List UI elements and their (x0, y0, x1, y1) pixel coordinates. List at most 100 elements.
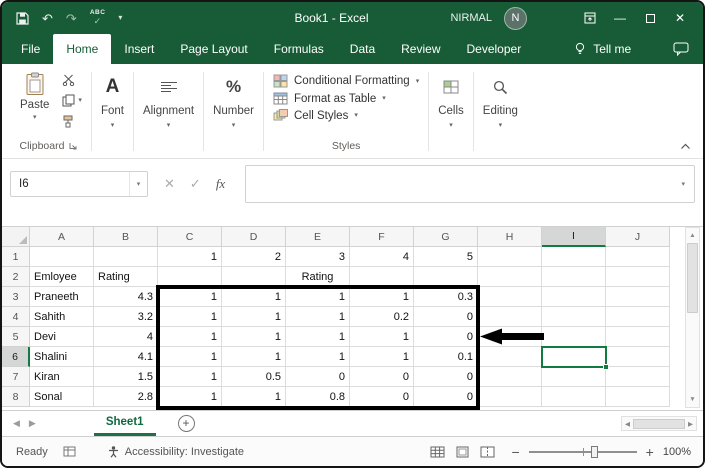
normal-view-icon[interactable] (430, 446, 445, 458)
cell-D8[interactable]: 1 (222, 387, 286, 407)
cell-J3[interactable] (606, 287, 670, 307)
cell-C8[interactable]: 1 (158, 387, 222, 407)
cell-C3[interactable]: 1 (158, 287, 222, 307)
column-header-D[interactable]: D (222, 227, 286, 247)
zoom-out-icon[interactable]: − (511, 444, 519, 460)
cell-B2[interactable]: Rating (94, 267, 158, 287)
cell-E6[interactable]: 1 (286, 347, 350, 367)
row-header-8[interactable]: 8 (2, 387, 30, 407)
comments-icon[interactable] (673, 34, 689, 64)
tab-data[interactable]: Data (337, 34, 388, 64)
cell-E4[interactable]: 1 (286, 307, 350, 327)
cell-B7[interactable]: 1.5 (94, 367, 158, 387)
cell-A8[interactable]: Sonal (30, 387, 94, 407)
cell-D7[interactable]: 0.5 (222, 367, 286, 387)
cell-A2[interactable]: Emloyee (30, 267, 94, 287)
cell-D2[interactable] (222, 267, 286, 287)
vertical-scrollbar-thumb[interactable] (687, 243, 698, 313)
cell-I5[interactable] (542, 327, 606, 347)
cell-A5[interactable]: Devi (30, 327, 94, 347)
cell-F5[interactable]: 1 (350, 327, 414, 347)
sheet-nav-left-icon[interactable]: ◀ (13, 418, 20, 429)
zoom-slider-handle[interactable] (591, 445, 599, 458)
cell-B8[interactable]: 2.8 (94, 387, 158, 407)
tab-insert[interactable]: Insert (111, 34, 167, 64)
editing-group-button[interactable]: Editing ▾ (476, 67, 525, 156)
column-header-G[interactable]: G (414, 227, 478, 247)
scroll-right-icon[interactable]: ▶ (685, 420, 696, 428)
cell-F7[interactable]: 0 (350, 367, 414, 387)
column-header-I[interactable]: I (542, 227, 606, 247)
cell-D1[interactable]: 2 (222, 247, 286, 267)
cell-H7[interactable] (478, 367, 542, 387)
qat-dropdown-icon[interactable]: ▾ (118, 14, 122, 22)
scroll-down-icon[interactable]: ▼ (686, 392, 699, 407)
row-header-7[interactable]: 7 (2, 367, 30, 387)
cell-E8[interactable]: 0.8 (286, 387, 350, 407)
cell-G5[interactable]: 0 (414, 327, 478, 347)
zoom-level[interactable]: 100% (663, 446, 691, 458)
minimize-button[interactable]: — (605, 2, 635, 34)
cell-D5[interactable]: 1 (222, 327, 286, 347)
cell-F3[interactable]: 1 (350, 287, 414, 307)
cell-C1[interactable]: 1 (158, 247, 222, 267)
cell-G1[interactable]: 5 (414, 247, 478, 267)
spelling-icon[interactable]: ABC ✓ (90, 10, 106, 26)
cell-I7[interactable] (542, 367, 606, 387)
cell-F8[interactable]: 0 (350, 387, 414, 407)
cell-D6[interactable]: 1 (222, 347, 286, 367)
cell-C7[interactable]: 1 (158, 367, 222, 387)
clipboard-dialog-launcher-icon[interactable] (69, 142, 77, 150)
add-sheet-button[interactable]: + (177, 415, 195, 432)
alignment-group-button[interactable]: Alignment ▾ (136, 67, 201, 156)
record-macro-icon[interactable] (63, 446, 76, 457)
insert-function-icon[interactable]: fx (216, 176, 225, 192)
cell-F4[interactable]: 0.2 (350, 307, 414, 327)
column-header-F[interactable]: F (350, 227, 414, 247)
scroll-up-icon[interactable]: ▲ (686, 228, 699, 243)
zoom-in-icon[interactable]: + (646, 444, 654, 460)
scroll-left-icon[interactable]: ◀ (622, 420, 633, 428)
zoom-slider[interactable] (528, 445, 637, 459)
cell-I2[interactable] (542, 267, 606, 287)
cell-A7[interactable]: Kiran (30, 367, 94, 387)
formula-bar-expand-icon[interactable]: ▾ (681, 180, 685, 188)
accessibility-status[interactable]: Accessibility: Investigate (108, 446, 244, 458)
cell-G4[interactable]: 0 (414, 307, 478, 327)
collapse-ribbon-icon[interactable] (680, 143, 691, 150)
row-header-3[interactable]: 3 (2, 287, 30, 307)
cell-E5[interactable]: 1 (286, 327, 350, 347)
row-header-1[interactable]: 1 (2, 247, 30, 267)
cell-H1[interactable] (478, 247, 542, 267)
enter-icon[interactable]: ✓ (190, 176, 201, 192)
undo-icon[interactable]: ↶ (42, 12, 53, 25)
tell-me[interactable]: Tell me (574, 34, 631, 64)
row-header-4[interactable]: 4 (2, 307, 30, 327)
tab-home[interactable]: Home (53, 34, 112, 64)
cell-F1[interactable]: 4 (350, 247, 414, 267)
user-name[interactable]: NIRMAL (450, 12, 492, 24)
row-header-2[interactable]: 2 (2, 267, 30, 287)
paste-button[interactable]: Paste ▾ (15, 69, 54, 128)
cell-C2[interactable] (158, 267, 222, 287)
column-header-B[interactable]: B (94, 227, 158, 247)
cell-B1[interactable] (94, 247, 158, 267)
horizontal-scrollbar[interactable]: ◀ ▶ (621, 416, 697, 431)
cell-H2[interactable] (478, 267, 542, 287)
tab-review[interactable]: Review (388, 34, 453, 64)
column-header-J[interactable]: J (606, 227, 670, 247)
tab-formulas[interactable]: Formulas (261, 34, 337, 64)
cell-I8[interactable] (542, 387, 606, 407)
fill-handle[interactable] (603, 364, 609, 370)
column-header-A[interactable]: A (30, 227, 94, 247)
tab-file[interactable]: File (8, 34, 53, 64)
close-button[interactable]: ✕ (665, 2, 695, 34)
cell-A1[interactable] (30, 247, 94, 267)
tab-page-layout[interactable]: Page Layout (167, 34, 260, 64)
cell-I4[interactable] (542, 307, 606, 327)
cell-J1[interactable] (606, 247, 670, 267)
ribbon-display-options-icon[interactable] (575, 2, 605, 34)
avatar[interactable]: N (504, 6, 527, 30)
cell-A4[interactable]: Sahith (30, 307, 94, 327)
cell-H3[interactable] (478, 287, 542, 307)
